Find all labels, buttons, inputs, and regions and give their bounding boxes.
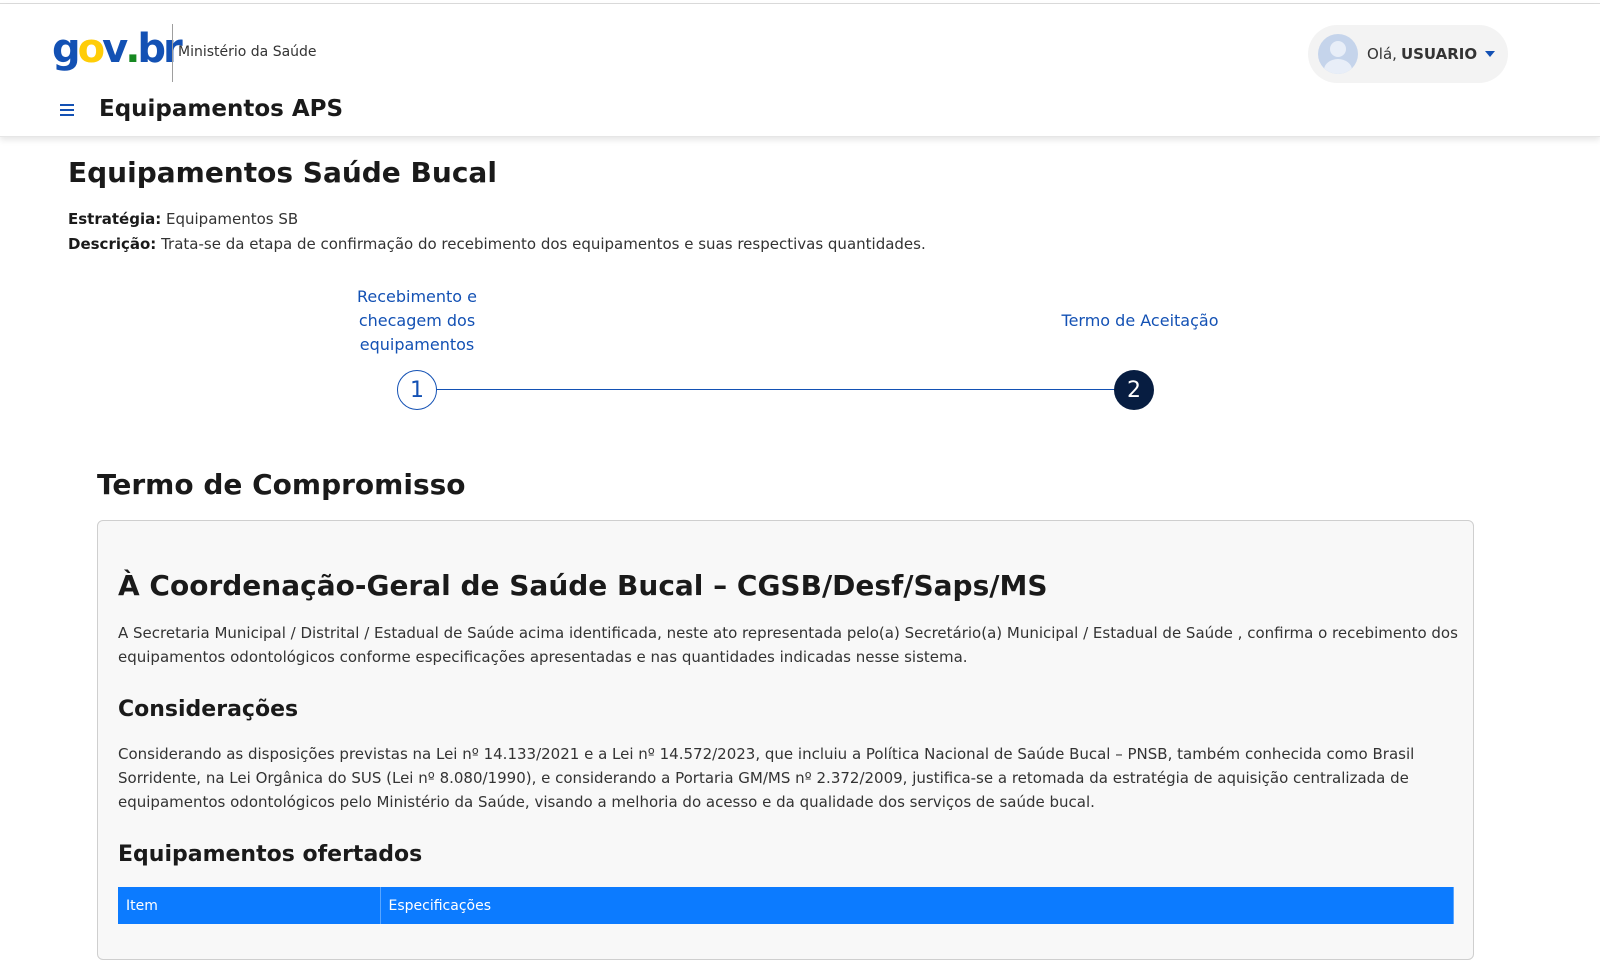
term-heading: À Coordenação-Geral de Saúde Bucal – CGS… — [118, 569, 1048, 602]
description-value: Trata-se da etapa de confirmação do rece… — [161, 235, 926, 253]
page-title: Equipamentos Saúde Bucal — [68, 156, 497, 189]
logo-divider — [172, 24, 173, 82]
equipment-title: Equipamentos ofertados — [118, 842, 423, 867]
app-title: Equipamentos APS — [99, 96, 344, 122]
description-line: Descrição: Trata-se da etapa de confirma… — [68, 235, 926, 253]
description-label: Descrição: — [68, 235, 157, 253]
considerations-text: Considerando as disposições previstas na… — [118, 745, 1415, 811]
step-1-label[interactable]: Recebimento e checagem dos equipamentos — [342, 285, 492, 357]
ministry-name: Ministério da Saúde — [178, 44, 317, 60]
column-header-specifications[interactable]: Especificações — [380, 887, 1454, 924]
strategy-value: Equipamentos SB — [166, 210, 299, 228]
step-1-button[interactable]: 1 — [397, 370, 437, 410]
section-title: Termo de Compromisso — [97, 468, 466, 501]
greeting-text: Olá, — [1367, 45, 1397, 63]
term-card: À Coordenação-Geral de Saúde Bucal – CGS… — [97, 520, 1474, 960]
column-header-item[interactable]: Item — [118, 887, 381, 924]
strategy-line: Estratégia: Equipamentos SB — [68, 210, 298, 228]
menu-icon[interactable] — [60, 104, 74, 116]
govbr-logo[interactable]: gov.br — [52, 26, 183, 74]
site-header: gov.br Ministério da Saúde Olá,USUARIO E… — [0, 4, 1600, 137]
term-intro: A Secretaria Municipal / Distrital / Est… — [118, 624, 1458, 666]
equipment-table: Item Especificações — [118, 887, 1454, 924]
chevron-down-icon — [1485, 51, 1496, 57]
step-2-label[interactable]: Termo de Aceitação — [1040, 309, 1240, 333]
table-header-row: Item Especificações — [118, 887, 1454, 924]
stepper-line — [436, 389, 1116, 390]
user-name: USUARIO — [1400, 45, 1478, 63]
user-menu-button[interactable]: Olá, USUARIO — [1308, 25, 1508, 83]
step-2-button[interactable]: 2 — [1114, 370, 1154, 410]
considerations-title: Considerações — [118, 697, 299, 722]
user-greeting: Olá, USUARIO — [1367, 45, 1477, 63]
strategy-label: Estratégia: — [68, 210, 162, 228]
avatar — [1318, 34, 1358, 74]
